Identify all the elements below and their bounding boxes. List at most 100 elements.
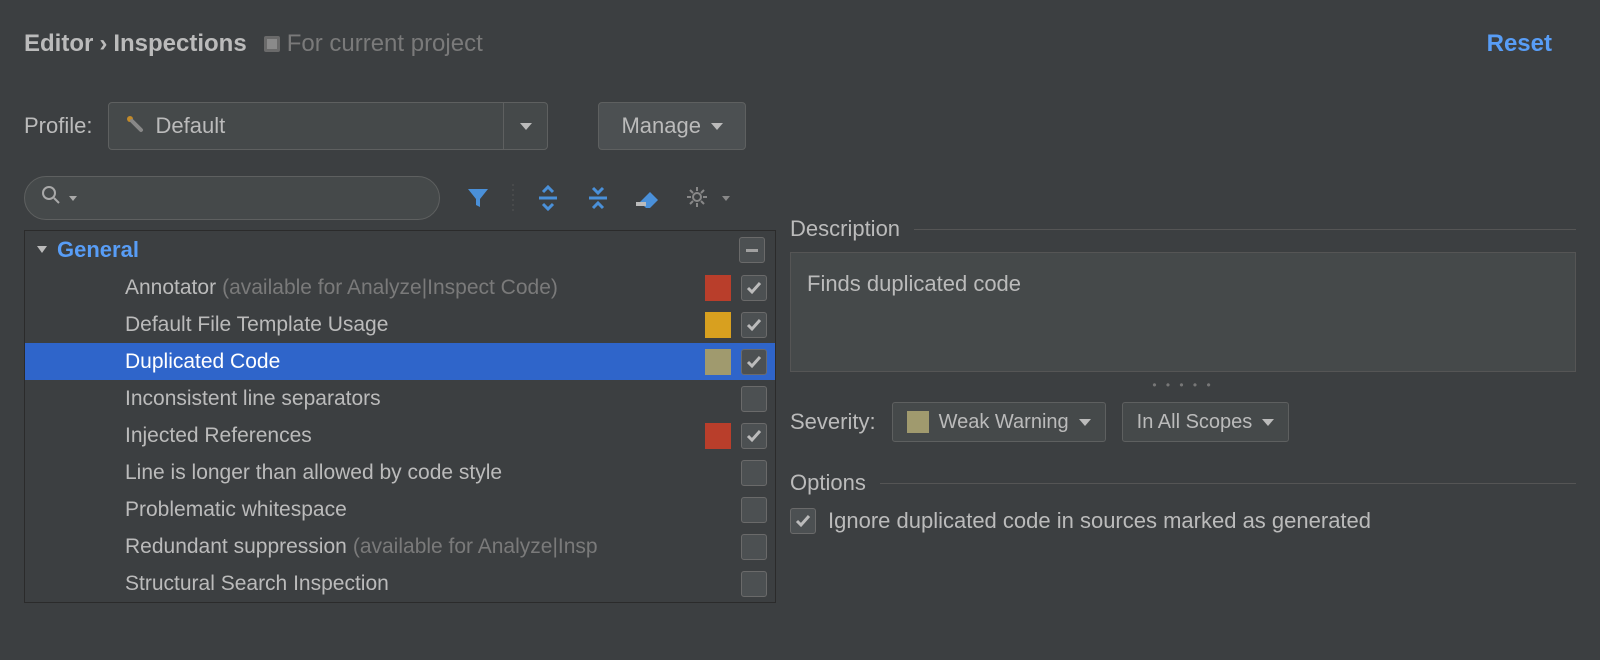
severity-swatch — [705, 460, 731, 486]
inspections-left-column: General Annotator (available for Analyze… — [24, 176, 776, 603]
search-input[interactable] — [24, 176, 440, 220]
profile-value: Default — [155, 113, 225, 139]
inspection-checkbox[interactable] — [741, 386, 767, 412]
group-tristate-checkbox[interactable] — [739, 237, 765, 263]
profile-select-caret[interactable] — [503, 103, 547, 149]
gear-dropdown-caret[interactable] — [722, 196, 730, 201]
tree-row-label: Injected References — [125, 424, 312, 448]
severity-select[interactable]: Weak Warning — [892, 402, 1106, 442]
tree-row[interactable]: Line is longer than allowed by code styl… — [25, 454, 775, 491]
heading-divider — [880, 483, 1576, 484]
chevron-down-icon — [1079, 419, 1091, 426]
search-icon — [41, 185, 61, 211]
toolbar-divider — [512, 184, 514, 212]
tree-row[interactable]: Inconsistent line separators — [25, 380, 775, 417]
tree-row[interactable]: Structural Search Inspection — [25, 565, 775, 602]
chevron-down-icon — [711, 123, 723, 130]
eraser-icon[interactable] — [632, 182, 664, 214]
heading-divider — [914, 229, 1576, 230]
filter-icon[interactable] — [462, 182, 494, 214]
tree-row[interactable]: Injected References — [25, 417, 775, 454]
manage-button-label: Manage — [621, 113, 701, 139]
reset-link[interactable]: Reset — [1487, 30, 1552, 58]
search-dropdown-caret[interactable] — [69, 196, 77, 201]
tree-row-right — [705, 534, 767, 560]
inspection-checkbox[interactable] — [741, 349, 767, 375]
tree-row-label: Redundant suppression — [125, 535, 347, 559]
chevron-down-icon — [520, 123, 532, 130]
tree-row-hint: (available for Analyze|Inspect Code) — [222, 276, 558, 300]
scope-value: In All Scopes — [1137, 411, 1253, 434]
options-heading-label: Options — [790, 470, 866, 496]
expand-all-icon[interactable] — [532, 182, 564, 214]
inspection-checkbox[interactable] — [741, 571, 767, 597]
option-label: Ignore duplicated code in sources marked… — [828, 508, 1371, 534]
tree-row-label: Duplicated Code — [125, 350, 280, 374]
tree-row-label: Structural Search Inspection — [125, 572, 389, 596]
severity-swatch — [705, 349, 731, 375]
profile-label: Profile: — [24, 113, 92, 139]
tree-row[interactable]: Annotator (available for Analyze|Inspect… — [25, 269, 775, 306]
tree-row-right — [705, 386, 767, 412]
profile-row: Profile: Default Manage — [0, 62, 1600, 150]
severity-value: Weak Warning — [939, 411, 1069, 434]
tree-row[interactable]: Default File Template Usage — [25, 306, 775, 343]
profile-select[interactable]: Default — [108, 102, 548, 150]
resize-grip[interactable]: • • • • • — [790, 378, 1576, 392]
tree-row-right — [705, 571, 767, 597]
tree-row[interactable]: Problematic whitespace — [25, 491, 775, 528]
project-scope-icon — [263, 35, 281, 53]
profile-select-main[interactable]: Default — [109, 103, 503, 149]
severity-swatch — [705, 312, 731, 338]
tree-row-right — [705, 312, 767, 338]
breadcrumb: Editor › Inspections For current project… — [0, 0, 1600, 62]
manage-button[interactable]: Manage — [598, 102, 746, 150]
options-body: Ignore duplicated code in sources marked… — [790, 508, 1576, 534]
tree-row-hint: (available for Analyze|Insp — [353, 535, 598, 559]
tree-row-right — [705, 423, 767, 449]
tree-row-right — [705, 275, 767, 301]
wrench-icon — [123, 112, 145, 140]
tree-group-header[interactable]: General — [25, 231, 775, 269]
breadcrumb-inspections: Inspections — [113, 30, 246, 58]
description-heading: Description — [790, 216, 1576, 242]
chevron-down-icon — [1262, 419, 1274, 426]
inspection-checkbox[interactable] — [741, 497, 767, 523]
severity-label: Severity: — [790, 409, 876, 435]
tree-row[interactable]: Duplicated Code — [25, 343, 775, 380]
scope-select[interactable]: In All Scopes — [1122, 402, 1290, 442]
inspection-checkbox[interactable] — [741, 460, 767, 486]
tree-row-right — [705, 460, 767, 486]
inspection-details: Description Finds duplicated code • • • … — [790, 176, 1576, 603]
collapse-all-icon[interactable] — [582, 182, 614, 214]
breadcrumb-scope-label: For current project — [287, 30, 483, 58]
severity-swatch — [705, 275, 731, 301]
inspection-checkbox[interactable] — [741, 275, 767, 301]
breadcrumb-separator: › — [99, 30, 107, 58]
breadcrumb-editor[interactable]: Editor — [24, 30, 93, 58]
tree-row[interactable]: Redundant suppression (available for Ana… — [25, 528, 775, 565]
inspection-checkbox[interactable] — [741, 423, 767, 449]
toolbar-icons — [462, 182, 730, 214]
severity-row: Severity: Weak Warning In All Scopes — [790, 402, 1576, 442]
severity-swatch — [705, 386, 731, 412]
description-text: Finds duplicated code — [790, 252, 1576, 372]
inspection-checkbox[interactable] — [741, 312, 767, 338]
tree-row-label: Problematic whitespace — [125, 498, 347, 522]
tree-row-label: Default File Template Usage — [125, 313, 388, 337]
inspections-tree: General Annotator (available for Analyze… — [24, 230, 776, 603]
inspection-checkbox[interactable] — [741, 534, 767, 560]
severity-swatch — [705, 423, 731, 449]
tree-row-label: Line is longer than allowed by code styl… — [125, 461, 502, 485]
options-heading: Options — [790, 470, 1576, 496]
content-row: General Annotator (available for Analyze… — [0, 150, 1600, 603]
severity-swatch — [907, 411, 929, 433]
option-checkbox[interactable] — [790, 508, 816, 534]
gear-icon[interactable] — [682, 182, 714, 214]
tree-row-label: Annotator — [125, 276, 216, 300]
tree-group-title: General — [57, 237, 139, 263]
tree-row-right — [705, 497, 767, 523]
expander-icon[interactable] — [35, 239, 49, 262]
severity-swatch — [705, 571, 731, 597]
severity-swatch — [705, 497, 731, 523]
